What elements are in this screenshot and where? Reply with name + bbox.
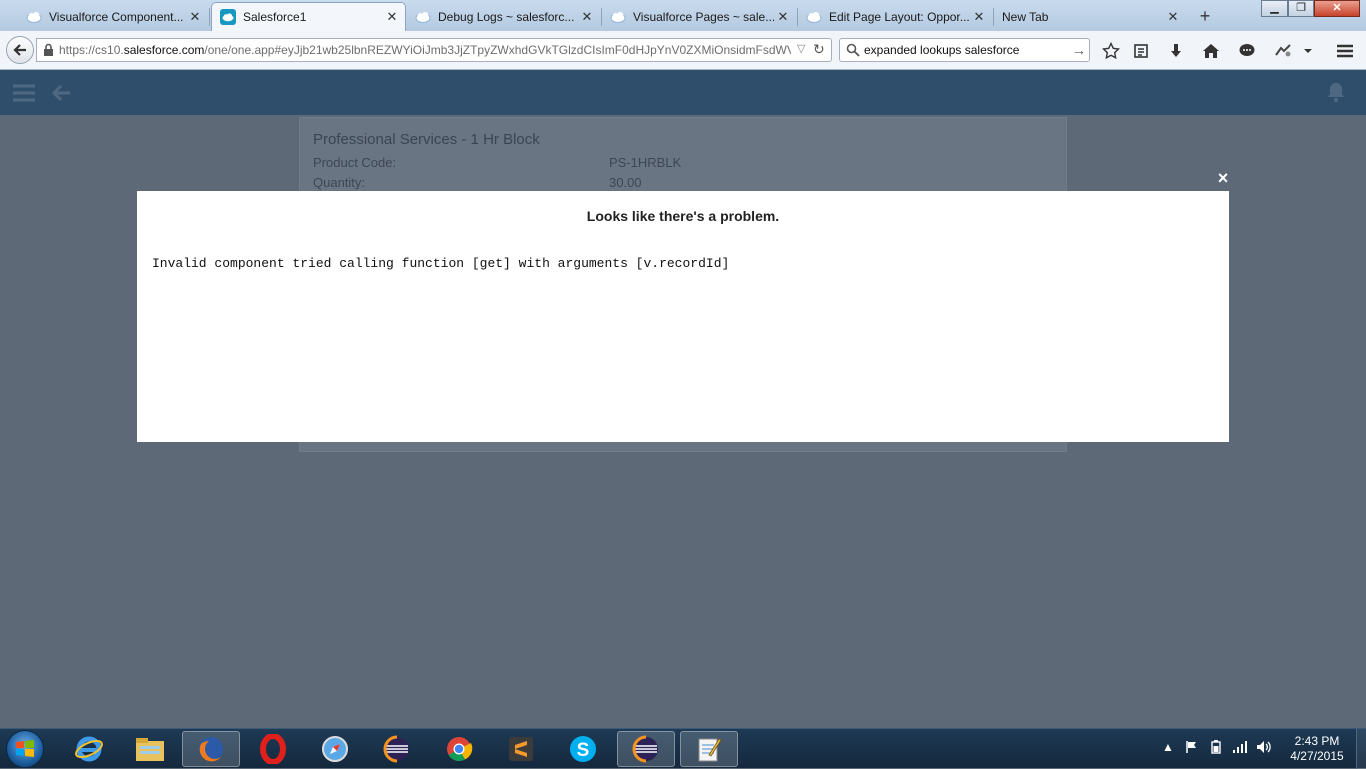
safari-icon[interactable] xyxy=(306,731,364,767)
clock-date: 4/27/2015 xyxy=(1290,749,1344,763)
tab-title: Debug Logs ~ salesforc... xyxy=(438,10,575,24)
chat-icon[interactable] xyxy=(1236,40,1258,62)
tab-close-icon[interactable]: ✕ xyxy=(578,9,596,25)
tab-title: Salesforce1 xyxy=(243,10,307,24)
tab-new-tab[interactable]: New Tab ✕ xyxy=(994,3,1186,31)
start-button[interactable] xyxy=(6,730,44,768)
notepad-icon[interactable] xyxy=(680,731,738,767)
svg-text:S: S xyxy=(577,740,590,761)
downloads-icon[interactable] xyxy=(1165,40,1187,62)
eclipse-icon[interactable] xyxy=(617,731,675,767)
browser-navigation-bar: https://cs10.salesforce.com/one/one.app#… xyxy=(0,31,1366,70)
menu-icon[interactable] xyxy=(12,83,36,106)
volume-icon[interactable] xyxy=(1256,740,1272,756)
notification-bell-icon[interactable] xyxy=(1326,81,1346,106)
chevron-down-icon[interactable] xyxy=(1297,40,1319,62)
skype-icon[interactable]: S xyxy=(554,731,612,767)
field-value: PS-1HRBLK xyxy=(609,155,682,170)
search-go-icon[interactable]: → xyxy=(1072,42,1086,58)
back-arrow-icon xyxy=(13,44,26,56)
tab-debug-logs[interactable]: Debug Logs ~ salesforc... ✕ xyxy=(407,3,600,31)
maximize-button[interactable]: ❐ xyxy=(1288,0,1314,17)
file-explorer-icon[interactable] xyxy=(121,731,179,767)
system-clock[interactable]: 2:43 PM 4/27/2015 xyxy=(1282,734,1352,764)
bookmark-star-icon[interactable] xyxy=(1100,40,1122,62)
back-arrow-icon[interactable] xyxy=(50,83,72,106)
window-close-button[interactable]: ✕ xyxy=(1314,0,1360,17)
salesforce-cloud-icon xyxy=(26,9,42,25)
salesforce-cloud-icon xyxy=(806,9,822,25)
action-center-flag-icon[interactable] xyxy=(1184,740,1200,756)
minimize-button[interactable]: ▁ xyxy=(1261,0,1288,17)
url-bar[interactable]: https://cs10.salesforce.com/one/one.app#… xyxy=(36,38,832,62)
search-icon xyxy=(846,43,860,60)
hamburger-menu-icon[interactable] xyxy=(1334,40,1356,62)
opera-icon[interactable] xyxy=(244,731,302,767)
tab-close-icon[interactable]: ✕ xyxy=(186,9,204,25)
error-modal: Looks like there's a problem. Invalid co… xyxy=(137,191,1229,442)
tab-visualforce-pages[interactable]: Visualforce Pages ~ sale... ✕ xyxy=(602,3,796,31)
salesforce-app-icon xyxy=(220,9,236,25)
back-button[interactable] xyxy=(6,36,34,64)
chrome-icon[interactable] xyxy=(430,731,488,767)
windows-taskbar: S ▲ 2:43 PM 4/27/2015 xyxy=(0,728,1366,769)
power-battery-icon[interactable] xyxy=(1208,740,1224,756)
url-text: https://cs10.salesforce.com/one/one.app#… xyxy=(59,43,791,57)
clock-time: 2:43 PM xyxy=(1294,734,1340,748)
error-message: Invalid component tried calling function… xyxy=(152,256,730,271)
field-label: Quantity: xyxy=(313,175,366,190)
tab-title: Edit Page Layout: Oppor... xyxy=(829,10,970,24)
tab-edit-page-layout[interactable]: Edit Page Layout: Oppor... ✕ xyxy=(798,3,992,31)
salesforce-cloud-icon xyxy=(610,9,626,25)
tab-title: Visualforce Pages ~ sale... xyxy=(633,10,774,24)
tab-title: New Tab xyxy=(1002,10,1049,24)
field-label: Product Code: xyxy=(313,155,397,170)
home-icon[interactable] xyxy=(1200,40,1222,62)
product-name: Professional Services - 1 Hr Block xyxy=(313,131,540,148)
firefox-icon[interactable] xyxy=(182,731,240,767)
url-dropdown-icon[interactable]: ▽ xyxy=(797,42,805,55)
show-hidden-icons-icon[interactable]: ▲ xyxy=(1160,740,1176,756)
search-bar[interactable]: → xyxy=(839,38,1090,62)
salesforce-app-header xyxy=(0,70,1366,115)
tab-close-icon[interactable]: ✕ xyxy=(1164,9,1182,25)
tab-separator xyxy=(209,8,210,26)
browser-tab-strip: Visualforce Component... ✕ Salesforce1 ✕… xyxy=(0,0,1366,31)
show-desktop-button[interactable] xyxy=(1356,729,1366,769)
lock-icon xyxy=(43,43,54,60)
extension-icon[interactable] xyxy=(1272,40,1294,62)
tab-close-icon[interactable]: ✕ xyxy=(383,9,401,25)
bookmarks-menu-icon[interactable] xyxy=(1130,40,1152,62)
network-signal-icon[interactable] xyxy=(1232,740,1248,756)
field-value: 30.00 xyxy=(609,175,642,190)
tab-close-icon[interactable]: ✕ xyxy=(774,9,792,25)
search-input[interactable] xyxy=(864,41,1064,59)
sublime-text-icon[interactable] xyxy=(492,731,550,767)
tab-title: Visualforce Component... xyxy=(49,10,184,24)
tab-close-icon[interactable]: ✕ xyxy=(970,9,988,25)
windows-logo-icon xyxy=(16,740,34,757)
modal-close-button[interactable]: × xyxy=(1212,167,1234,189)
salesforce-cloud-icon xyxy=(415,9,431,25)
eclipse-icon[interactable] xyxy=(368,731,426,767)
tab-visualforce-components[interactable]: Visualforce Component... ✕ xyxy=(18,3,208,31)
reload-icon[interactable]: ↻ xyxy=(813,41,825,58)
tab-salesforce1[interactable]: Salesforce1 ✕ xyxy=(211,2,406,31)
internet-explorer-icon[interactable] xyxy=(60,731,118,767)
modal-title: Looks like there's a problem. xyxy=(586,208,780,224)
new-tab-button[interactable]: + xyxy=(1194,4,1216,28)
